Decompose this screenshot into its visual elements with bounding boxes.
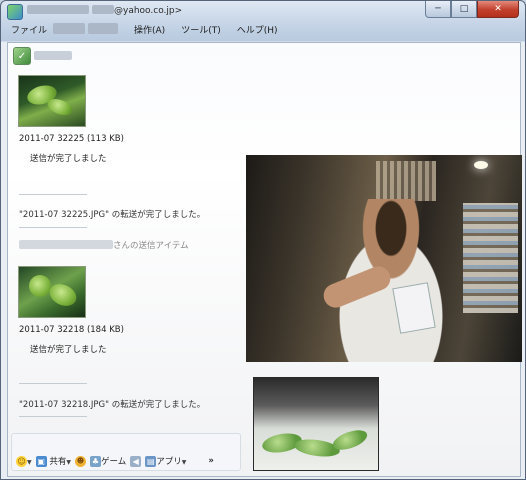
menu-tools[interactable]: ツール(T) xyxy=(179,22,223,38)
more-button[interactable]: » xyxy=(208,456,214,466)
transfer-complete-message: "2011-07 32218.JPG" の転送が完了しました。 xyxy=(19,400,206,410)
sent-photo-thumbnail[interactable] xyxy=(18,266,86,318)
divider xyxy=(19,383,87,384)
remote-video-feed[interactable] xyxy=(246,155,522,362)
sender-items-label: さんの送信アイテム xyxy=(19,239,189,251)
close-button[interactable]: ✕ xyxy=(477,1,519,18)
menu-action[interactable]: 操作(A) xyxy=(132,22,167,38)
transfer-complete-message: "2011-07 32225.JPG" の転送が完了しました。 xyxy=(19,210,206,220)
menu-bar: ファイル 操作(A) ツール(T) ヘルプ(H) xyxy=(7,22,280,38)
frog-shape xyxy=(46,280,80,310)
self-video-preview[interactable] xyxy=(253,377,379,471)
redacted-contact-name xyxy=(27,5,89,14)
chevron-down-icon: ▼ xyxy=(66,459,71,466)
sound-icon[interactable]: ◀ xyxy=(130,455,142,467)
app-button[interactable]: ▤ アプリ▼ xyxy=(145,455,186,467)
app-icon: ▤ xyxy=(145,456,157,467)
compose-toolbar: ☺▼ ▣ 共有▼ ☻ ♣ ゲーム ◀ ▤ アプリ▼ » xyxy=(11,433,241,471)
menu-file-label: ファイル xyxy=(11,26,48,36)
messenger-window: @yahoo.co.jp> ─ □ ✕ ファイル 操作(A) ツール(T) ヘル… xyxy=(0,0,526,480)
close-icon: ✕ xyxy=(494,4,502,14)
share-label: 共有 xyxy=(49,457,67,467)
transfer-status: 送信が完了しました xyxy=(30,154,107,164)
share-button[interactable]: ▣ 共有▼ xyxy=(35,455,71,467)
window-title-email-suffix: @yahoo.co.jp> xyxy=(114,6,183,16)
maximize-icon: □ xyxy=(459,4,469,14)
chevron-down-icon: ▼ xyxy=(181,459,187,466)
video-background-lamp xyxy=(474,161,488,169)
window-title: @yahoo.co.jp> xyxy=(27,5,182,16)
wink-icon[interactable]: ☻ xyxy=(74,455,86,467)
redacted-menu-text xyxy=(88,23,119,34)
contact-avatar[interactable]: ✓ xyxy=(13,47,31,65)
share-icon: ▣ xyxy=(35,456,47,467)
transfer-status: 送信が完了しました xyxy=(30,345,107,355)
redacted-contact-display-name xyxy=(34,51,72,60)
emoticon-button[interactable]: ☺▼ xyxy=(16,455,32,467)
video-held-card xyxy=(392,282,436,334)
minimize-icon: ─ xyxy=(435,4,441,14)
app-label: アプリ xyxy=(156,457,182,467)
sent-photo-thumbnail[interactable] xyxy=(18,75,86,127)
redacted-contact-email xyxy=(92,5,114,14)
redacted-sender-name xyxy=(19,240,113,249)
messenger-app-icon xyxy=(7,4,23,20)
contact-status-icon: ✓ xyxy=(17,50,27,62)
divider xyxy=(19,416,87,417)
menu-file[interactable]: ファイル xyxy=(7,22,120,38)
file-info: 2011-07 32225 (113 KB) xyxy=(19,134,124,144)
video-background-books xyxy=(463,203,518,313)
game-icon: ♣ xyxy=(89,456,101,467)
toolbar-buttons: ☺▼ ▣ 共有▼ ☻ ♣ ゲーム ◀ ▤ アプリ▼ » xyxy=(16,455,214,467)
menu-help[interactable]: ヘルプ(H) xyxy=(235,22,280,38)
window-controls: ─ □ ✕ xyxy=(425,1,519,19)
maximize-button[interactable]: □ xyxy=(451,1,477,18)
video-background-shelf xyxy=(376,161,436,201)
title-bar[interactable]: @yahoo.co.jp> ─ □ ✕ xyxy=(1,1,525,21)
file-info: 2011-07 32218 (184 KB) xyxy=(19,325,124,335)
game-label: ゲーム xyxy=(100,457,127,467)
frog-shape xyxy=(29,275,51,297)
minimize-button[interactable]: ─ xyxy=(425,1,451,18)
game-button[interactable]: ♣ ゲーム xyxy=(89,455,127,467)
divider xyxy=(19,194,87,195)
divider xyxy=(19,227,87,228)
emoticon-icon: ☺ xyxy=(16,455,27,467)
sender-items-suffix: さんの送信アイテム xyxy=(113,241,189,251)
chevron-down-icon: ▼ xyxy=(27,458,32,466)
conversation-area: ✓ 2011-07 32225 (113 KB) 送信が完了しました "2011… xyxy=(7,42,522,477)
redacted-menu-text xyxy=(53,23,86,34)
frog-shape xyxy=(45,95,75,119)
